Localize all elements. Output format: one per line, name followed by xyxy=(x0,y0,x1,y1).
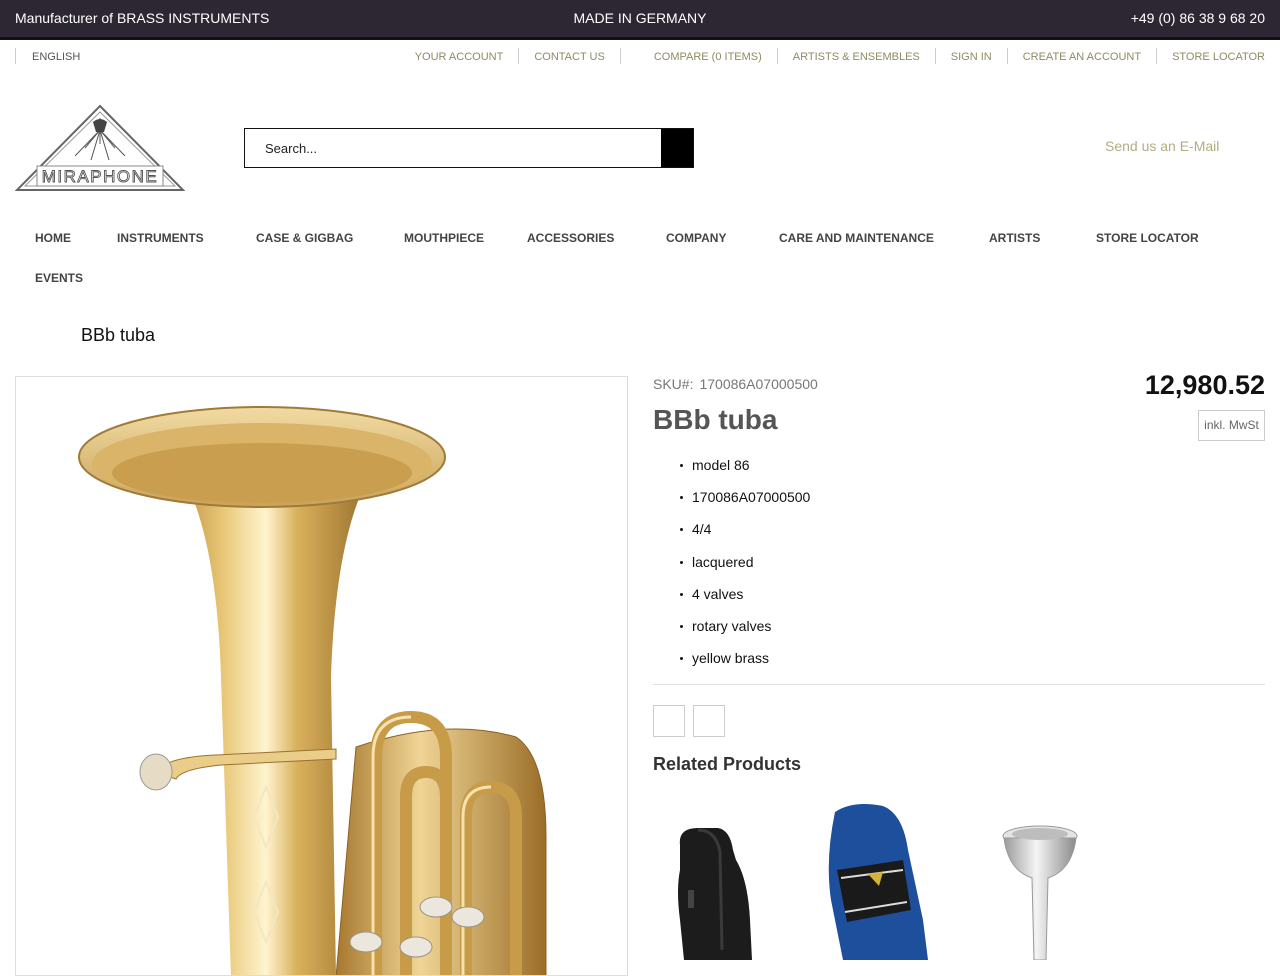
feature-item: model 86 xyxy=(680,455,810,487)
gigbag-image xyxy=(828,804,928,960)
feature-item: lacquered xyxy=(680,552,810,584)
related-product-gigbag[interactable] xyxy=(813,800,933,960)
sku-value: 170086A07000500 xyxy=(699,376,818,392)
product-title: BBb tuba xyxy=(653,404,778,435)
info-divider xyxy=(653,684,1265,685)
related-product-mouthpiece[interactable] xyxy=(980,800,1100,961)
product-features: model 86 170086A07000500 4/4 lacquered 4… xyxy=(680,455,810,680)
feature-item: 4 valves xyxy=(680,584,810,616)
tuba-image xyxy=(78,406,547,975)
product-image-gallery[interactable] xyxy=(15,376,628,976)
compare-link[interactable]: COMPARE (0 ITEMS) xyxy=(621,48,777,64)
top-bar: MADE IN GERMANY Manufacturer of BRASS IN… xyxy=(0,0,1280,37)
your-account-link[interactable]: YOUR ACCOUNT xyxy=(400,48,519,64)
share-button-1[interactable] xyxy=(653,705,685,737)
phone-number[interactable]: +49 (0) 86 38 9 68 20 xyxy=(1131,10,1265,26)
vat-badge: inkl. MwSt xyxy=(1198,410,1265,441)
language-selector[interactable]: ENGLISH xyxy=(15,48,80,64)
nav-home[interactable]: HOME xyxy=(35,231,71,245)
related-products-heading: Related Products xyxy=(653,754,802,774)
hard-case-image xyxy=(678,828,752,960)
create-account-link[interactable]: CREATE AN ACCOUNT xyxy=(1006,48,1156,64)
product-price: 12,980.52 xyxy=(1144,370,1265,400)
search-input[interactable] xyxy=(245,129,661,167)
logo-text: MIRAPHONE xyxy=(42,167,158,186)
utility-bar: ENGLISH YOUR ACCOUNT CONTACT US COMPARE … xyxy=(0,48,1280,68)
nav-company[interactable]: COMPANY xyxy=(666,231,726,245)
nav-case-gigbag[interactable]: CASE & GIGBAG xyxy=(256,231,353,245)
miraphone-logo[interactable]: MIRAPHONE xyxy=(14,104,186,192)
nav-accessories[interactable]: ACCESSORIES xyxy=(527,231,614,245)
feature-item: yellow brass xyxy=(680,648,810,680)
utility-links: YOUR ACCOUNT CONTACT US COMPARE (0 ITEMS… xyxy=(400,48,1265,64)
nav-care-maintenance[interactable]: CARE AND MAINTENANCE xyxy=(779,231,934,245)
search-box xyxy=(244,128,694,168)
feature-item: rotary valves xyxy=(680,616,810,648)
logo-mark-icon: MIRAPHONE xyxy=(14,104,186,191)
nav-store-locator[interactable]: STORE LOCATOR xyxy=(1096,231,1199,245)
mouthpiece-image xyxy=(1002,825,1078,961)
manufacturer-tagline: Manufacturer of BRASS INSTRUMENTS xyxy=(15,10,270,26)
email-link[interactable]: Send us an E-Mail xyxy=(1105,138,1219,154)
topbar-divider xyxy=(0,37,1280,40)
store-locator-link[interactable]: STORE LOCATOR xyxy=(1156,48,1265,64)
sign-in-link[interactable]: SIGN IN xyxy=(934,48,1007,64)
product-sku: SKU#: 170086A07000500 xyxy=(653,376,818,392)
sku-label: SKU#: xyxy=(653,376,694,392)
feature-item: 170086A07000500 xyxy=(680,487,810,519)
nav-instruments[interactable]: INSTRUMENTS xyxy=(117,231,204,245)
nav-artists[interactable]: ARTISTS xyxy=(989,231,1040,245)
nav-mouthpiece[interactable]: MOUTHPIECE xyxy=(404,231,484,245)
feature-item: 4/4 xyxy=(680,519,810,551)
artists-ensembles-link[interactable]: ARTISTS & ENSEMBLES xyxy=(776,48,935,64)
breadcrumb-title: BBb tuba xyxy=(81,325,156,345)
contact-us-link[interactable]: CONTACT US xyxy=(518,48,620,64)
share-button-2[interactable] xyxy=(693,705,725,737)
related-product-hard-case[interactable] xyxy=(658,800,778,960)
nav-events[interactable]: EVENTS xyxy=(35,271,83,285)
search-button[interactable] xyxy=(661,129,693,167)
